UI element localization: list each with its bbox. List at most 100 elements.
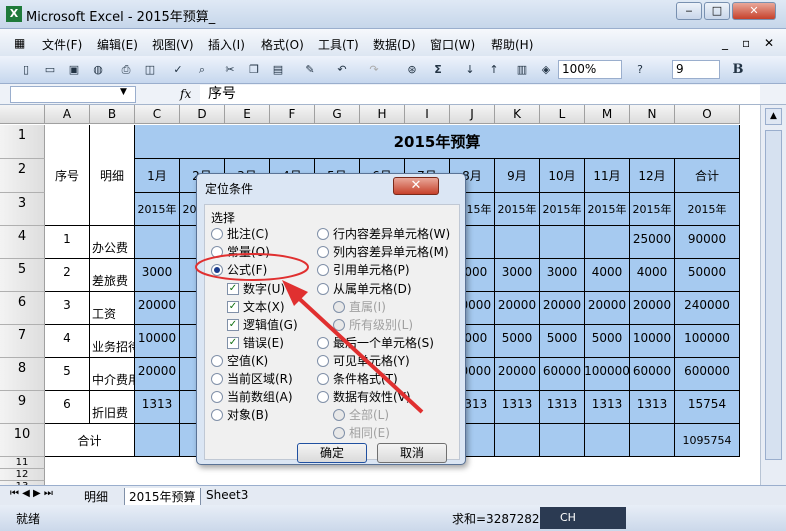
year-label[interactable]: 2015年	[630, 193, 675, 226]
radio-icon[interactable]	[317, 372, 329, 385]
name-box-dropdown-icon[interactable]: ▼	[120, 87, 127, 97]
close-icon[interactable]: ✕	[732, 2, 776, 20]
cell-seq[interactable]: 1	[45, 226, 90, 259]
row-header-4[interactable]: 4	[0, 226, 45, 259]
data-cell[interactable]: 60000	[630, 358, 675, 391]
save-icon[interactable]: ▣	[66, 62, 82, 78]
hyperlink-icon[interactable]: ⊛	[404, 62, 420, 78]
chart-wizard-icon[interactable]: ▥	[514, 62, 530, 78]
menu-insert[interactable]: 插入(I)	[208, 36, 245, 53]
data-cell[interactable]: 1313	[630, 391, 675, 424]
column-header-L[interactable]: L	[540, 105, 585, 124]
radio-icon[interactable]	[317, 336, 329, 349]
option-radio[interactable]: 相同(E)	[333, 424, 390, 441]
sort-asc-icon[interactable]: ↓	[462, 62, 478, 78]
cut-icon[interactable]: ✂	[222, 62, 238, 78]
option-radio[interactable]: 条件格式(T)	[317, 370, 398, 387]
row-header-10[interactable]: 10	[0, 424, 45, 457]
column-header-O[interactable]: O	[675, 105, 740, 124]
tab-nav-icons[interactable]: ⏮ ◀ ▶ ⏭	[10, 488, 53, 499]
option-radio[interactable]: 当前数组(A)	[211, 388, 293, 405]
radio-icon[interactable]	[211, 263, 223, 276]
option-radio[interactable]: 从属单元格(D)	[317, 280, 412, 297]
option-radio[interactable]: 引用单元格(P)	[317, 261, 410, 278]
help-icon[interactable]: ?	[632, 62, 648, 78]
data-cell[interactable]: 20000	[135, 292, 180, 325]
cell-name[interactable]: 差旅费	[90, 259, 135, 292]
doc-icon[interactable]: ▦	[14, 36, 25, 50]
column-header-H[interactable]: H	[360, 105, 405, 124]
data-cell[interactable]: 5000	[495, 325, 540, 358]
month-header[interactable]: 12月	[630, 159, 675, 193]
format-painter-icon[interactable]: ✎	[302, 62, 318, 78]
option-radio[interactable]: 所有级别(L)	[333, 316, 413, 333]
radio-icon[interactable]	[333, 426, 345, 439]
column-header-M[interactable]: M	[585, 105, 630, 124]
total-cell[interactable]	[135, 424, 180, 457]
menu-data[interactable]: 数据(D)	[373, 36, 416, 53]
total-label[interactable]: 合计	[45, 424, 135, 457]
menu-tools[interactable]: 工具(T)	[318, 36, 359, 53]
menu-help[interactable]: 帮助(H)	[491, 36, 533, 53]
data-cell[interactable]: 20000	[135, 358, 180, 391]
data-cell[interactable]: 1313	[540, 391, 585, 424]
option-checkbox[interactable]: ✓ 数字(U)	[227, 280, 285, 297]
row-header-9[interactable]: 9	[0, 391, 45, 424]
column-header-B[interactable]: B	[90, 105, 135, 124]
option-radio[interactable]: 可见单元格(Y)	[317, 352, 410, 369]
data-cell[interactable]	[585, 226, 630, 259]
column-header-K[interactable]: K	[495, 105, 540, 124]
data-cell[interactable]: 5000	[585, 325, 630, 358]
option-radio[interactable]: 常量(O)	[211, 243, 270, 260]
radio-icon[interactable]	[317, 390, 329, 403]
data-cell[interactable]: 20000	[495, 358, 540, 391]
radio-icon[interactable]	[211, 245, 223, 258]
option-checkbox[interactable]: ✓ 逻辑值(G)	[227, 316, 298, 333]
column-header-A[interactable]: A	[45, 105, 90, 124]
grand-total-cell[interactable]: 1095754	[675, 424, 740, 457]
total-cell[interactable]	[540, 424, 585, 457]
option-radio[interactable]: 空值(K)	[211, 352, 268, 369]
cell-seq[interactable]: 6	[45, 391, 90, 424]
autosum-icon[interactable]: Σ	[430, 62, 446, 78]
doc-restore-icon[interactable]: ▫	[742, 36, 750, 50]
row-header-6[interactable]: 6	[0, 292, 45, 325]
drawing-icon[interactable]: ◈	[538, 62, 554, 78]
research-icon[interactable]: ⌕	[194, 62, 210, 78]
option-radio[interactable]: 全部(L)	[333, 406, 389, 423]
total-cell[interactable]	[585, 424, 630, 457]
data-cell[interactable]: 3000	[495, 259, 540, 292]
cell-seq[interactable]: 5	[45, 358, 90, 391]
data-cell[interactable]	[540, 226, 585, 259]
radio-icon[interactable]	[317, 282, 329, 295]
header-detail[interactable]: 明细	[90, 125, 135, 226]
data-cell[interactable]: 10000	[630, 325, 675, 358]
data-cell[interactable]: 100000	[675, 325, 740, 358]
dialog-close-icon[interactable]: ✕	[393, 177, 439, 195]
option-radio[interactable]: 直属(I)	[333, 298, 386, 315]
radio-icon[interactable]	[317, 227, 329, 240]
sheet-title[interactable]: 2015年预算	[135, 125, 740, 159]
radio-icon[interactable]	[333, 408, 345, 421]
header-seq[interactable]: 序号	[45, 125, 90, 226]
print-icon[interactable]: ⎙	[118, 62, 134, 78]
total-cell[interactable]	[495, 424, 540, 457]
tab-sheet-detail[interactable]: 明细	[84, 488, 108, 505]
data-cell[interactable]: 10000	[135, 325, 180, 358]
scroll-thumb[interactable]	[765, 130, 782, 460]
menu-window[interactable]: 窗口(W)	[430, 36, 475, 53]
data-cell[interactable]	[135, 226, 180, 259]
data-cell[interactable]: 15754	[675, 391, 740, 424]
data-cell[interactable]: 240000	[675, 292, 740, 325]
menu-view[interactable]: 视图(V)	[152, 36, 194, 53]
option-radio[interactable]: 行内容差异单元格(W)	[317, 225, 450, 242]
cell-name[interactable]: 折旧费	[90, 391, 135, 424]
select-all-corner[interactable]	[0, 105, 45, 124]
checkbox-icon[interactable]: ✓	[227, 300, 239, 313]
data-cell[interactable]: 1313	[135, 391, 180, 424]
radio-icon[interactable]	[211, 408, 223, 421]
minimize-icon[interactable]: ‒	[676, 2, 702, 20]
data-cell[interactable]: 1313	[495, 391, 540, 424]
month-header[interactable]: 1月	[135, 159, 180, 193]
radio-icon[interactable]	[317, 354, 329, 367]
